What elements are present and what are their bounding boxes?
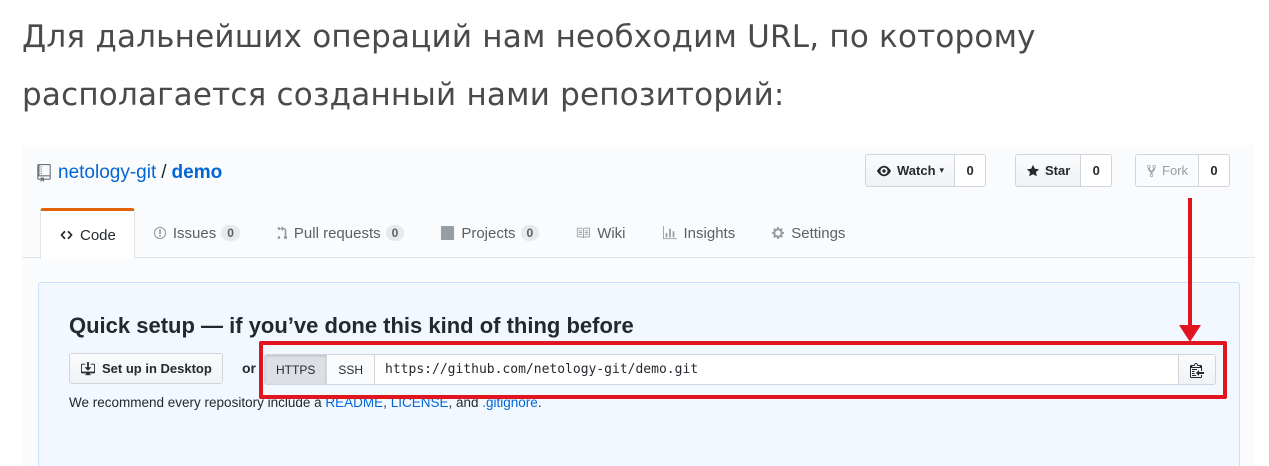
tab-insights-label: Insights [683, 224, 736, 242]
dropdown-caret-icon: ▾ [939, 165, 945, 175]
star-group: Star 0 [1015, 154, 1113, 187]
fork-label: Fork [1162, 163, 1188, 178]
tab-wiki-label: Wiki [597, 224, 626, 242]
watch-count[interactable]: 0 [955, 154, 987, 187]
code-icon [60, 230, 73, 240]
tab-pull-requests[interactable]: Pull requests 0 [258, 208, 422, 258]
tab-projects-label: Projects [461, 224, 516, 242]
star-button[interactable]: Star [1015, 154, 1082, 187]
tab-code[interactable]: Code [40, 208, 135, 259]
tab-issues-label: Issues [172, 224, 217, 242]
fork-icon [1147, 164, 1156, 177]
gear-icon [772, 226, 785, 240]
watch-group: Watch ▾ 0 [865, 154, 987, 187]
star-count[interactable]: 0 [1081, 154, 1113, 187]
repo-icon [37, 164, 51, 182]
repo-path-separator: / [161, 162, 167, 183]
intro-paragraph: Для дальнейших операций нам необходим UR… [22, 19, 1036, 113]
eye-icon [877, 165, 891, 176]
quick-setup-title: Quick setup — if you’ve done this kind o… [69, 313, 634, 338]
setup-in-desktop-label: Set up in Desktop [102, 361, 212, 376]
repo-owner-link[interactable]: netology-git [58, 162, 156, 184]
fork-button[interactable]: Fork [1135, 154, 1199, 187]
fork-count[interactable]: 0 [1199, 154, 1230, 187]
tab-code-label: Code [80, 226, 116, 244]
repo-header: netology-git / demo [36, 159, 222, 187]
repo-nav-tabs: Code Issues 0 Pull requests 0 Projects 0… [40, 208, 1255, 260]
annotation-highlight-box [259, 341, 1227, 399]
tab-projects[interactable]: Projects 0 [422, 208, 557, 258]
graph-icon [662, 226, 677, 240]
issues-counter: 0 [221, 225, 240, 241]
repo-name-link[interactable]: demo [172, 162, 223, 184]
issue-icon [153, 226, 166, 240]
tab-settings[interactable]: Settings [753, 208, 863, 258]
pull-request-icon [277, 226, 288, 240]
star-label: Star [1045, 163, 1071, 178]
tab-issues[interactable]: Issues 0 [135, 208, 258, 258]
setup-in-desktop-button[interactable]: Set up in Desktop [69, 353, 223, 384]
fork-group: Fork 0 [1135, 154, 1230, 187]
tab-settings-label: Settings [791, 224, 846, 242]
pull-requests-counter: 0 [385, 225, 405, 241]
tab-wiki[interactable]: Wiki [557, 208, 643, 258]
tab-pull-requests-label: Pull requests [293, 224, 381, 242]
book-icon [577, 227, 591, 239]
star-icon [1026, 164, 1040, 176]
github-repo-screenshot: netology-git / demo Watch ▾ 0 Star 0 For… [22, 145, 1255, 466]
projects-counter: 0 [520, 225, 540, 241]
annotation-arrow-line [1188, 198, 1192, 328]
tab-insights[interactable]: Insights [644, 208, 754, 258]
desktop-download-icon [81, 361, 95, 375]
watch-label: Watch [897, 163, 936, 178]
watch-button[interactable]: Watch ▾ [865, 154, 956, 187]
project-icon [441, 226, 455, 240]
annotation-arrow-head [1179, 325, 1201, 342]
or-text: or [242, 360, 256, 376]
